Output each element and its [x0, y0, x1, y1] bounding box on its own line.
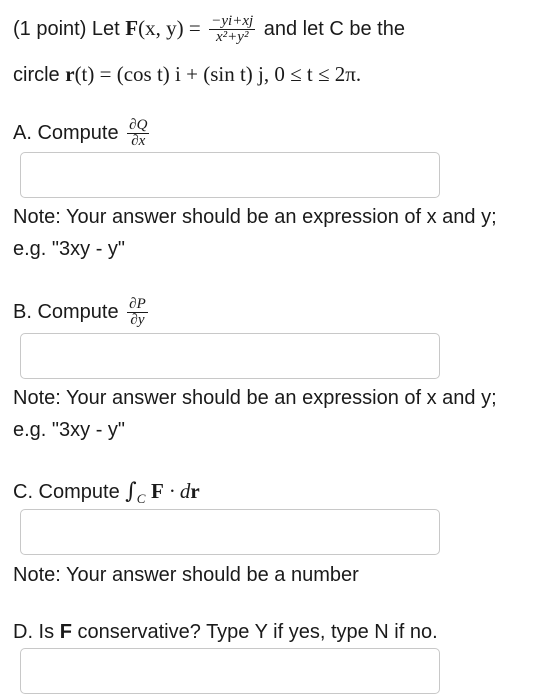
part-d-label: D. Is F conservative? Type Y if yes, typ…: [13, 620, 438, 644]
part-a-fraction-denominator: ∂x: [127, 133, 150, 149]
part-a-note: Note: Your answer should be an expressio…: [13, 206, 497, 260]
part-c-r-symbol: r: [190, 479, 200, 503]
part-b-note: Note: Your answer should be an expressio…: [13, 387, 497, 441]
part-b-fraction-denominator: ∂y: [127, 312, 148, 328]
part-c-label-text: C. Compute: [13, 481, 120, 503]
and-let-text: and let C be the: [263, 17, 405, 40]
part-b-answer-input[interactable]: [20, 333, 440, 379]
part-c-label: C. Compute ∫C F · dr: [13, 479, 200, 511]
field-fraction: −yi+xj x²+y²: [209, 13, 256, 45]
part-a-fraction: ∂Q ∂x: [127, 117, 150, 149]
problem-header-line2: circle r(t) = (cos t) i + (sin t) j, 0 ≤…: [13, 62, 361, 87]
part-a-label-text: A. Compute: [13, 121, 119, 144]
field-symbol: F: [125, 15, 139, 40]
part-b-label-text: B. Compute: [13, 300, 119, 323]
problem-header-line1: (1 point) Let F(x, y) = −yi+xj x²+y² and…: [13, 14, 405, 45]
part-b-label: B. Compute ∂P ∂y: [13, 297, 151, 328]
field-args: (x, y) =: [138, 15, 201, 40]
part-d-label-post: conservative? Type Y if yes, type N if n…: [77, 621, 438, 643]
part-c-note: Note: Your answer should be a number: [13, 564, 359, 586]
part-b-fraction-numerator: ∂P: [129, 296, 146, 312]
part-b-fraction: ∂P ∂y: [127, 297, 148, 328]
integral-symbol: ∫: [125, 479, 137, 504]
part-a-fraction-numerator: ∂Q: [129, 117, 148, 133]
points-text: (1 point) Let: [13, 17, 120, 40]
part-a-answer-input[interactable]: [20, 152, 440, 198]
part-c-differential: · d: [169, 479, 191, 503]
part-a-label: A. Compute ∂Q ∂x: [13, 118, 152, 149]
curve-definition: (t) = (cos t) i + (sin t) j, 0 ≤ t ≤ 2π.: [74, 62, 362, 86]
curve-symbol: r: [65, 62, 75, 86]
part-d-field-symbol: F: [59, 621, 72, 643]
part-c-answer-input[interactable]: [20, 509, 440, 555]
part-d-answer-input[interactable]: [20, 648, 440, 694]
circle-word: circle: [13, 64, 60, 86]
part-c-field-symbol: F: [150, 479, 164, 503]
field-fraction-denominator: x²+y²: [209, 29, 256, 45]
part-d-label-pre: D. Is: [13, 621, 55, 643]
field-fraction-numerator: −yi+xj: [211, 13, 254, 29]
integral-subscript: C: [136, 491, 146, 506]
